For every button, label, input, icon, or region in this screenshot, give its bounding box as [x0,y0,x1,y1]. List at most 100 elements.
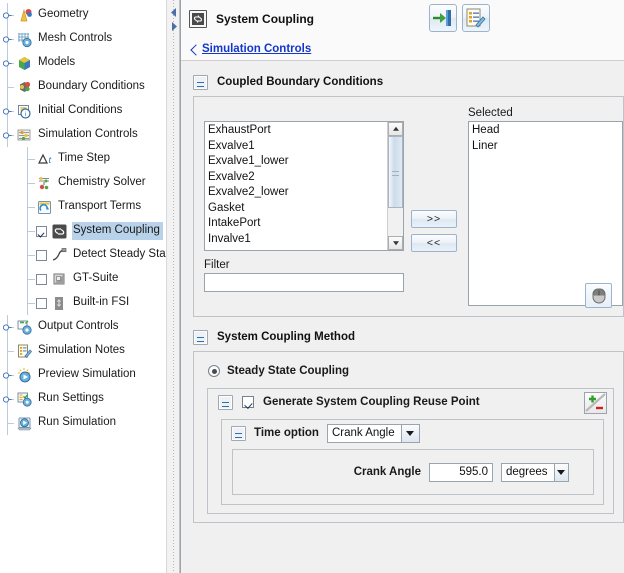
crank-angle-unit-dropdown[interactable]: degrees [501,462,569,482]
pick-from-screen-button[interactable] [585,283,612,308]
chevron-down-icon[interactable] [400,424,419,442]
tree-item-preview-simulation[interactable]: Preview Simulation [0,363,166,387]
scroll-down-button[interactable] [388,236,403,250]
generate-reuse-point-checkbox[interactable] [242,396,254,408]
tree-item-built-in-fsi[interactable]: Built-in FSI [0,291,166,315]
group-body: ExhaustPort Exvalve1 Exvalve1_lower Exvalve… [193,96,624,317]
tree-item-output-controls[interactable]: Output Controls [0,315,166,339]
time-option-dropdown[interactable]: Crank Angle [326,423,420,443]
tree-item-label: Run Settings [38,392,104,404]
list-item[interactable]: Exvalve1_lower [208,154,387,170]
tree-item-simulation-controls[interactable]: Simulation Controls [0,123,166,147]
list-item[interactable]: Exvalve1 [208,139,387,155]
edit-notes-button[interactable] [462,4,490,32]
tree-item-label: Mesh Controls [38,32,113,44]
expander-icon[interactable] [3,59,12,68]
expander-icon[interactable] [3,131,12,140]
breadcrumb: Simulation Controls [181,38,624,61]
reuse-point-row: Generate System Coupling Reuse Point [208,389,613,415]
steady-state-coupling-label: Steady State Coupling [227,365,350,377]
tree-item-time-step[interactable]: t Time Step [0,147,166,171]
models-icon [16,55,33,72]
tree-item-mesh-controls[interactable]: Mesh Controls [0,27,166,51]
steady-state-coupling-radio[interactable] [208,365,220,377]
selected-listbox[interactable]: Head Liner [468,121,623,306]
tree-item-run-simulation[interactable]: Run Simulation [0,411,166,435]
panel-splitter[interactable] [166,0,180,573]
tree-item-models[interactable]: Models [0,51,166,75]
remove-from-selected-button[interactable]: << [411,233,457,252]
export-button[interactable] [429,4,457,32]
expander-icon[interactable] [3,11,12,20]
tree-item-label: Initial Conditions [38,104,123,116]
tree-item-checkbox[interactable] [36,249,47,261]
filter-input[interactable] [204,273,404,292]
tree-item-label: Time Step [58,152,110,164]
list-item[interactable]: Invalve1 [208,232,387,248]
tree-item-label: Preview Simulation [38,368,136,380]
collapse-icon[interactable] [193,329,208,345]
chevron-down-icon[interactable] [553,463,568,481]
list-item[interactable]: Exvalve2_lower [208,185,387,201]
scrollbar-thumb[interactable] [388,136,403,208]
list-item[interactable]: Gasket [208,201,387,217]
collapse-icon[interactable] [193,74,208,90]
system-coupling-icon [51,223,68,240]
tree-item-label: GT-Suite [73,272,119,284]
expander-icon[interactable] [3,323,12,332]
splitter-collapse-right-icon[interactable] [170,22,178,31]
expander-icon[interactable] [3,35,12,44]
tree-item-label: Detect Steady State [73,248,166,260]
collapse-icon[interactable] [231,425,246,441]
main-panel: System Coupling Simulation Controls Coup… [180,0,624,573]
expander-icon[interactable] [3,395,12,404]
crank-angle-input[interactable]: 595.0 [429,462,493,482]
tree-item-checkbox[interactable] [36,225,47,237]
expander-icon[interactable] [3,107,12,116]
tree-item-label: Boundary Conditions [38,80,145,92]
list-item[interactable]: Liner [472,139,622,155]
filter-label: Filter [204,259,230,271]
tree-item-gt-suite[interactable]: GT-Suite [0,267,166,291]
tree-item-initial-conditions[interactable]: i Initial Conditions [0,99,166,123]
tree-item-label: Output Controls [38,320,119,332]
available-scrollbar[interactable] [387,122,403,250]
splitter-grip [173,0,174,573]
tree-item-checkbox[interactable] [36,297,47,309]
gt-suite-icon [51,271,68,288]
back-to-simulation-controls-link[interactable]: Simulation Controls [191,43,311,55]
list-item[interactable]: ExhaustPort [208,123,387,139]
crank-angle-unit-value: degrees [502,463,554,481]
tree-item-simulation-notes[interactable]: Simulation Notes [0,339,166,363]
add-to-selected-button[interactable]: >> [411,209,457,228]
collapse-icon[interactable] [218,394,233,410]
add-remove-button[interactable] [584,392,607,414]
tree-item-label: Simulation Notes [38,344,125,356]
selected-items[interactable]: Head Liner [469,122,622,305]
chemistry-solver-icon [36,175,53,192]
initial-conditions-icon: i [16,103,33,120]
splitter-collapse-left-icon[interactable] [170,8,178,17]
tree-item-system-coupling[interactable]: System Coupling [0,219,166,243]
list-item[interactable]: Exvalve2 [208,170,387,186]
tree-item-checkbox[interactable] [36,273,47,285]
available-listbox[interactable]: ExhaustPort Exvalve1 Exvalve1_lower Exvalve… [204,121,404,251]
chevron-up-icon [392,126,399,131]
tree-item-geometry[interactable]: Geometry [0,3,166,27]
tree-item-chemistry-solver[interactable]: Chemistry Solver [0,171,166,195]
transport-terms-icon [36,199,53,216]
list-item[interactable]: IntakePort [208,216,387,232]
steady-state-coupling-radio-row[interactable]: Steady State Coupling [194,361,623,381]
built-in-fsi-icon [51,295,68,312]
available-items[interactable]: ExhaustPort Exvalve1 Exvalve1_lower Exvalve… [205,122,387,250]
list-item[interactable]: Head [472,123,622,139]
generate-reuse-point-label: Generate System Coupling Reuse Point [263,396,480,408]
time-option-panel: Time option Crank Angle Crank Angle 595.… [221,419,604,505]
tree-item-transport-terms[interactable]: Transport Terms [0,195,166,219]
tree-item-detect-steady-state[interactable]: Detect Steady State [0,243,166,267]
expander-icon[interactable] [3,371,12,380]
tree-item-boundary-conditions[interactable]: Boundary Conditions [0,75,166,99]
tree-item-run-settings[interactable]: Run Settings [0,387,166,411]
tree-item-label: Geometry [38,8,89,20]
scroll-up-button[interactable] [388,122,403,136]
